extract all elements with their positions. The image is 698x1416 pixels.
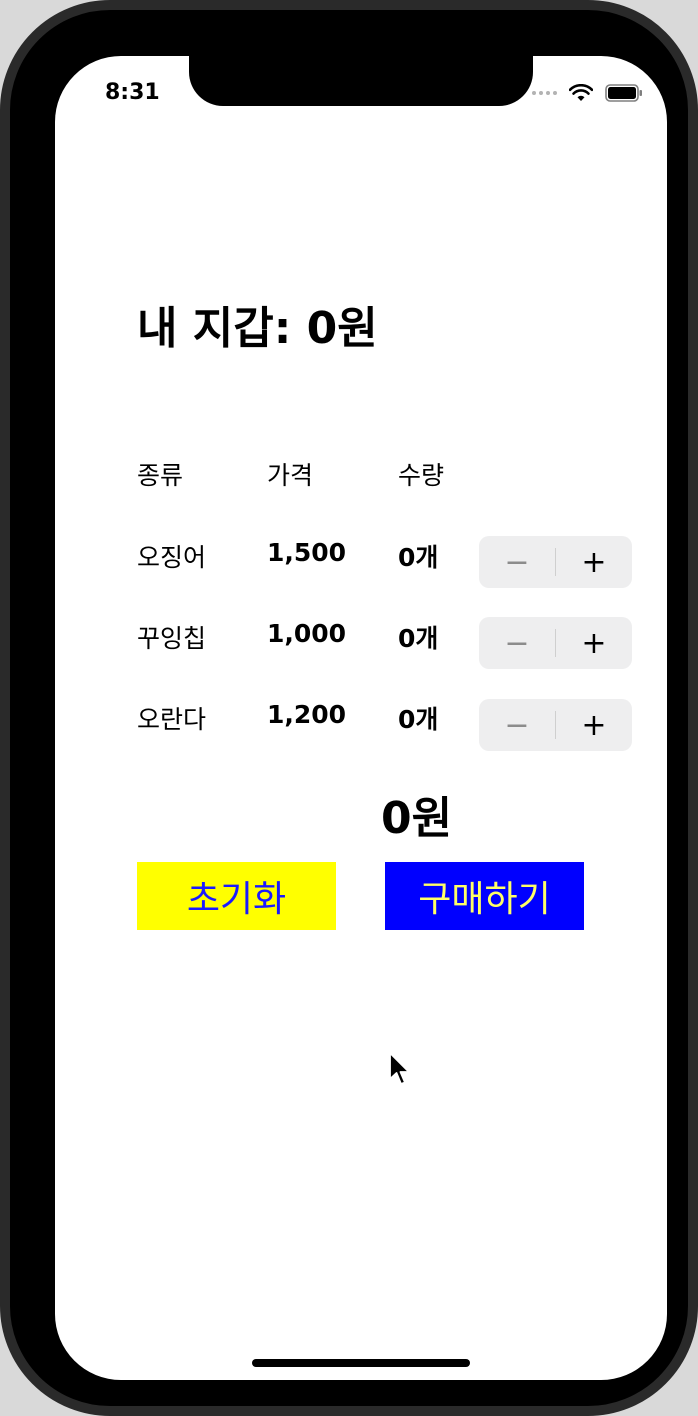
decrement-button[interactable]: − [479, 536, 555, 588]
reset-button[interactable]: 초기화 [137, 862, 336, 930]
notch [189, 56, 533, 106]
item-quantity: 0개 [398, 705, 439, 734]
wifi-icon [569, 84, 593, 101]
decrement-button[interactable]: − [479, 617, 555, 669]
decrement-button[interactable]: − [479, 699, 555, 751]
quantity-stepper: − + [479, 536, 632, 588]
battery-icon [605, 84, 642, 102]
total-price: 0원 [381, 793, 453, 844]
item-name: 오란다 [137, 705, 207, 734]
app-screen: 8:31 내 지갑: 0원 종류 가격 수량 오징어 1,500 0개 − + … [55, 56, 667, 1380]
item-quantity: 0개 [398, 624, 439, 653]
phone-frame: 8:31 내 지갑: 0원 종류 가격 수량 오징어 1,500 0개 − + … [0, 0, 698, 1416]
item-name: 꾸잉칩 [137, 624, 207, 653]
quantity-stepper: − + [479, 699, 632, 751]
signal-dots-icon [532, 91, 557, 95]
increment-button[interactable]: + [556, 617, 632, 669]
home-indicator [252, 1359, 470, 1367]
wallet-balance: 내 지갑: 0원 [137, 303, 378, 354]
buy-button[interactable]: 구매하기 [385, 862, 584, 930]
item-name: 오징어 [137, 543, 207, 572]
item-price: 1,000 [267, 619, 347, 648]
item-price: 1,500 [267, 538, 347, 567]
header-quantity: 수량 [398, 461, 445, 490]
mouse-cursor-icon [389, 1052, 410, 1085]
header-type: 종류 [137, 461, 184, 490]
increment-button[interactable]: + [556, 699, 632, 751]
status-icons [532, 84, 643, 102]
status-time: 8:31 [105, 80, 160, 105]
item-price: 1,200 [267, 700, 347, 729]
item-quantity: 0개 [398, 543, 439, 572]
quantity-stepper: − + [479, 617, 632, 669]
increment-button[interactable]: + [556, 536, 632, 588]
header-price: 가격 [267, 461, 314, 490]
